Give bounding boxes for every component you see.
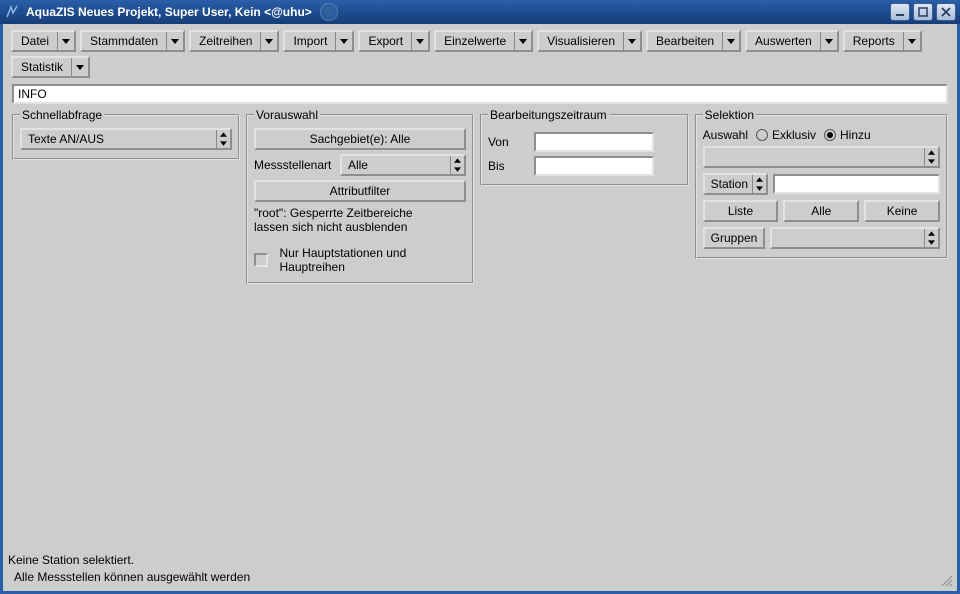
- status-line2: Alle Messstellen können ausgewählt werde…: [8, 570, 950, 584]
- chevron-down-icon[interactable]: [624, 32, 640, 50]
- sachgebiet-button[interactable]: Sachgebiet(e): Alle: [254, 128, 466, 150]
- menu-import[interactable]: Import: [283, 30, 354, 52]
- info-row: [12, 84, 948, 104]
- messstellenart-value: Alle: [342, 156, 450, 174]
- selektion-legend: Selektion: [703, 108, 756, 122]
- suse-icon: [320, 3, 338, 21]
- main-frame: Datei Stammdaten Zeitreihen Import Expor…: [0, 24, 960, 594]
- close-button[interactable]: [936, 3, 956, 21]
- hauptstationen-checkbox[interactable]: [254, 253, 268, 267]
- schnellabfrage-combo-value: Texte AN/AUS: [22, 130, 216, 148]
- messstellenart-combo[interactable]: Alle: [340, 154, 466, 176]
- vorauswahl-note2: lassen sich nicht ausblenden: [254, 220, 407, 234]
- auswahl-label: Auswahl: [703, 128, 748, 142]
- bis-input[interactable]: [534, 156, 654, 176]
- updown-icon[interactable]: [924, 229, 938, 247]
- chevron-down-icon[interactable]: [723, 32, 739, 50]
- radio-exklusiv[interactable]: Exklusiv: [756, 128, 816, 142]
- exklusiv-label: Exklusiv: [772, 128, 816, 142]
- messstellenart-label: Messstellenart: [254, 158, 334, 172]
- alle-button[interactable]: Alle: [783, 200, 859, 222]
- station-button[interactable]: Station: [703, 173, 768, 195]
- status-line1: Keine Station selektiert.: [8, 553, 950, 567]
- info-input[interactable]: [12, 84, 948, 104]
- attributfilter-button[interactable]: Attributfilter: [254, 180, 466, 202]
- bis-label: Bis: [488, 159, 528, 173]
- menu-auswerten[interactable]: Auswerten: [745, 30, 839, 52]
- selektion-combo[interactable]: [703, 146, 940, 168]
- menu-statistik[interactable]: Statistik: [11, 56, 90, 78]
- menu-export[interactable]: Export: [358, 30, 430, 52]
- von-input[interactable]: [534, 132, 654, 152]
- radio-hinzu[interactable]: Hinzu: [824, 128, 871, 142]
- updown-icon[interactable]: [924, 148, 938, 166]
- menu-visualisieren[interactable]: Visualisieren: [537, 30, 642, 52]
- hauptstationen-label: Nur Hauptstationen und Hauptreihen: [280, 246, 466, 274]
- status-bar: Keine Station selektiert. Alle Messstell…: [6, 551, 954, 588]
- chevron-down-icon[interactable]: [336, 32, 352, 50]
- schnellabfrage-legend: Schnellabfrage: [20, 108, 104, 122]
- menubar: Datei Stammdaten Zeitreihen Import Expor…: [3, 24, 957, 82]
- liste-button[interactable]: Liste: [703, 200, 779, 222]
- maximize-button[interactable]: [913, 3, 933, 21]
- updown-icon[interactable]: [450, 156, 464, 174]
- updown-icon[interactable]: [752, 175, 766, 193]
- bearbeitungszeitraum-legend: Bearbeitungszeitraum: [488, 108, 609, 122]
- panel-selektion: Selektion Auswahl Exklusiv Hinzu: [695, 108, 948, 259]
- menu-stammdaten[interactable]: Stammdaten: [80, 30, 185, 52]
- selektion-combo-value: [705, 148, 924, 166]
- chevron-down-icon[interactable]: [904, 32, 920, 50]
- chevron-down-icon[interactable]: [167, 32, 183, 50]
- keine-button[interactable]: Keine: [864, 200, 940, 222]
- gruppen-button[interactable]: Gruppen: [703, 227, 766, 249]
- app-icon: [4, 4, 20, 20]
- hinzu-label: Hinzu: [840, 128, 871, 142]
- chevron-down-icon[interactable]: [515, 32, 531, 50]
- schnellabfrage-combo[interactable]: Texte AN/AUS: [20, 128, 232, 150]
- von-label: Von: [488, 135, 528, 149]
- gruppen-combo-value: [772, 229, 924, 247]
- chevron-down-icon[interactable]: [261, 32, 277, 50]
- panel-vorauswahl: Vorauswahl Sachgebiet(e): Alle Messstell…: [246, 108, 474, 284]
- vorauswahl-note1: "root": Gesperrte Zeitbereiche: [254, 206, 413, 220]
- work-area: Schnellabfrage Texte AN/AUS Vorauswahl S…: [3, 108, 957, 284]
- chevron-down-icon[interactable]: [72, 58, 88, 76]
- menu-bearbeiten[interactable]: Bearbeiten: [646, 30, 741, 52]
- titlebar: AquaZIS Neues Projekt, Super User, Kein …: [0, 0, 960, 24]
- station-input[interactable]: [773, 174, 940, 194]
- menu-datei[interactable]: Datei: [11, 30, 76, 52]
- gruppen-combo[interactable]: [770, 227, 940, 249]
- menu-einzelwerte[interactable]: Einzelwerte: [434, 30, 533, 52]
- chevron-down-icon[interactable]: [821, 32, 837, 50]
- window-title: AquaZIS Neues Projekt, Super User, Kein …: [26, 5, 312, 19]
- panel-schnellabfrage: Schnellabfrage Texte AN/AUS: [12, 108, 240, 160]
- chevron-down-icon[interactable]: [412, 32, 428, 50]
- panel-bearbeitungszeitraum: Bearbeitungszeitraum Von Bis: [480, 108, 689, 186]
- menu-reports[interactable]: Reports: [843, 30, 922, 52]
- updown-icon[interactable]: [216, 130, 230, 148]
- vorauswahl-legend: Vorauswahl: [254, 108, 320, 122]
- minimize-button[interactable]: [890, 3, 910, 21]
- chevron-down-icon[interactable]: [58, 32, 74, 50]
- menu-zeitreihen[interactable]: Zeitreihen: [189, 30, 279, 52]
- resize-grip[interactable]: [939, 573, 953, 587]
